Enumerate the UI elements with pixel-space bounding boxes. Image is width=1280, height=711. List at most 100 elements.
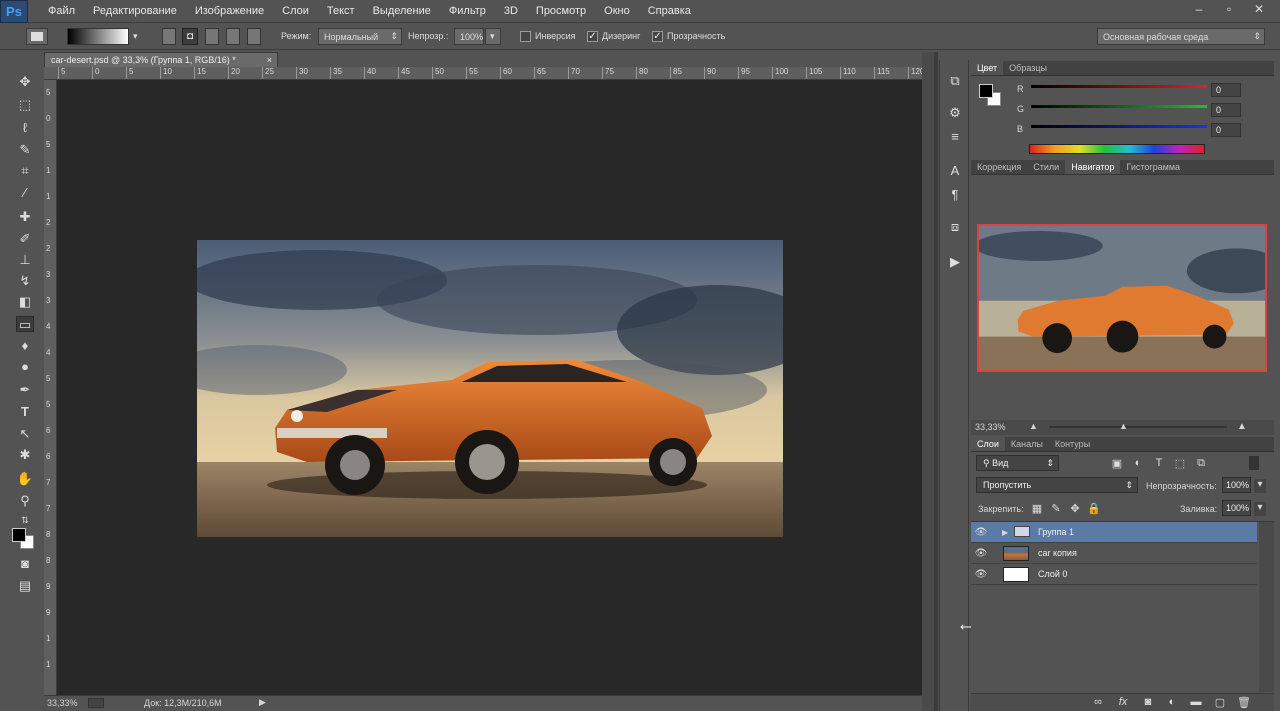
filter-adjustment-icon[interactable]: ◐ — [1131, 457, 1145, 469]
tab-paths[interactable]: Контуры — [1049, 437, 1096, 451]
menu-filter[interactable]: Фильтр — [439, 0, 496, 23]
swap-colors-icon[interactable]: ⇅ — [16, 512, 34, 528]
channel-r-slider[interactable] — [1031, 85, 1207, 88]
diamond-gradient-button[interactable] — [247, 28, 261, 45]
pen-tool-icon[interactable]: ✒ — [16, 382, 34, 398]
gradient-picker[interactable] — [67, 28, 129, 45]
zoom-tool-icon[interactable]: ⚲ — [16, 493, 34, 509]
layer-opacity-dropdown[interactable]: ▾ — [1254, 479, 1266, 493]
visibility-eye-icon[interactable]: 👁 — [971, 569, 991, 580]
filter-shape-icon[interactable]: ⬚ — [1173, 457, 1187, 470]
opacity-input[interactable]: 100% — [454, 28, 484, 45]
move-tool-icon[interactable]: ✥ — [16, 74, 34, 90]
close-button[interactable]: ✕ — [1246, 2, 1272, 18]
visibility-eye-icon[interactable]: 👁 — [971, 527, 991, 538]
tab-navigator[interactable]: Навигатор — [1065, 160, 1121, 174]
marquee-tool-icon[interactable]: ⬚ — [16, 97, 34, 113]
properties-icon[interactable]: ≡ — [946, 128, 964, 146]
timeline-play-icon[interactable]: ▶ — [946, 253, 964, 271]
radial-gradient-button[interactable]: ◘ — [182, 28, 198, 45]
history-icon[interactable]: ⧉ — [946, 72, 964, 90]
healing-brush-tool-icon[interactable]: ✚ — [16, 209, 34, 225]
tab-channels[interactable]: Каналы — [1005, 437, 1049, 451]
menu-image[interactable]: Изображение — [185, 0, 274, 23]
menu-3d[interactable]: 3D — [494, 0, 528, 23]
inverse-checkbox[interactable] — [520, 31, 531, 42]
eraser-tool-icon[interactable]: ◧ — [16, 294, 34, 310]
shape-tool-icon[interactable]: ✱ — [16, 447, 34, 463]
status-menu-arrow[interactable]: ▶ — [259, 697, 266, 708]
minimize-button[interactable]: – — [1186, 2, 1212, 18]
navigator-zoom-thumb[interactable]: ▲ — [1119, 421, 1128, 431]
dither-checkbox[interactable]: ✓ — [587, 31, 598, 42]
menu-edit[interactable]: Редактирование — [83, 0, 187, 23]
menu-file[interactable]: Файл — [38, 0, 85, 23]
status-icon[interactable] — [88, 698, 104, 708]
menu-view[interactable]: Просмотр — [526, 0, 596, 23]
layer-comps-icon[interactable]: ⧈ — [946, 218, 964, 236]
transparency-checkbox[interactable]: ✓ — [652, 31, 663, 42]
gradient-dropdown-arrow[interactable]: ▾ — [133, 28, 143, 45]
quick-select-tool-icon[interactable]: ✎ — [16, 142, 34, 158]
link-icon[interactable]: ∞ — [1091, 696, 1105, 708]
layer-row-group-1[interactable]: 👁 ▶ Группа 1 — [971, 522, 1257, 543]
document-image[interactable] — [197, 240, 783, 537]
layer-name[interactable]: Слой 0 — [1038, 569, 1067, 579]
new-layer-icon[interactable]: ▢ — [1213, 696, 1227, 709]
visibility-eye-icon[interactable]: 👁 — [971, 548, 991, 559]
lock-paint-icon[interactable]: ✎ — [1049, 502, 1063, 515]
blend-mode-select[interactable]: Нормальный ⇕ — [318, 28, 402, 45]
layer-opacity-input[interactable]: 100% — [1222, 477, 1251, 493]
lock-all-icon[interactable]: 🔒 — [1087, 502, 1101, 515]
menu-window[interactable]: Окно — [594, 0, 640, 23]
workspace-select[interactable]: Основная рабочая среда ⇕ — [1097, 28, 1265, 45]
trash-icon[interactable]: 🗑 — [1237, 696, 1251, 709]
fill-input[interactable]: 100% — [1222, 500, 1251, 516]
filter-image-icon[interactable]: ▣ — [1110, 457, 1124, 470]
angle-gradient-button[interactable] — [205, 28, 219, 45]
adjustment-icon[interactable]: ◐ — [1165, 696, 1179, 708]
character-icon[interactable]: A — [946, 162, 964, 180]
zoom-out-icon[interactable]: ▲ — [1029, 421, 1038, 431]
document-tab[interactable]: car-desert.psd @ 33,3% (Группа 1, RGB/16… — [44, 52, 278, 68]
folder-icon[interactable]: ▬ — [1189, 696, 1203, 708]
layer-name[interactable]: Группа 1 — [1038, 527, 1074, 537]
filter-type-icon[interactable]: T — [1152, 457, 1166, 469]
navigator-zoom-slider[interactable] — [1049, 426, 1227, 428]
filter-smart-object-icon[interactable]: ⧉ — [1194, 457, 1208, 470]
paragraph-icon[interactable]: ¶ — [946, 186, 964, 204]
eyedropper-tool-icon[interactable]: ⁄ — [16, 185, 34, 201]
lock-transparency-icon[interactable]: ▦ — [1030, 502, 1044, 515]
reflected-gradient-button[interactable] — [226, 28, 240, 45]
blend-mode-dropdown[interactable]: Пропустить ⇕ — [976, 477, 1138, 493]
expand-arrow-icon[interactable]: ▶ — [1002, 528, 1008, 537]
tab-layers[interactable]: Слои — [971, 437, 1005, 451]
mask-icon[interactable]: ◙ — [1141, 696, 1155, 708]
lock-position-icon[interactable]: ✥ — [1068, 502, 1082, 515]
menu-type[interactable]: Текст — [317, 0, 365, 23]
restore-button[interactable]: ▫ — [1216, 2, 1242, 18]
zoom-in-icon[interactable]: ▲ — [1237, 421, 1247, 432]
actions-icon[interactable]: ⚙ — [946, 104, 964, 122]
quick-mask-icon[interactable]: ◙ — [16, 556, 34, 572]
tab-adjustments[interactable]: Коррекция — [971, 160, 1027, 174]
history-brush-tool-icon[interactable]: ↯ — [16, 273, 34, 289]
layer-name[interactable]: car копия — [1038, 548, 1077, 558]
screen-mode-icon[interactable]: ▤ — [16, 578, 34, 594]
color-foreground-swatch[interactable] — [979, 84, 993, 98]
tab-histogram[interactable]: Гистограмма — [1120, 160, 1186, 174]
linear-gradient-button[interactable] — [162, 28, 176, 45]
vertical-scrollbar[interactable] — [922, 52, 934, 711]
tool-preset-picker[interactable] — [26, 28, 48, 45]
layers-scrollbar[interactable] — [1259, 522, 1274, 692]
crop-tool-icon[interactable]: ⌗ — [16, 163, 34, 179]
filter-toggle[interactable] — [1249, 456, 1259, 470]
navigator-preview[interactable] — [977, 224, 1267, 372]
tab-color[interactable]: Цвет — [971, 61, 1004, 75]
canvas-area[interactable] — [57, 80, 922, 695]
color-spectrum-ramp[interactable] — [1029, 144, 1205, 154]
channel-r-input[interactable]: 0 — [1211, 83, 1241, 97]
channel-b-input[interactable]: 0 — [1211, 123, 1241, 137]
path-selection-tool-icon[interactable]: ↖ — [16, 426, 34, 442]
channel-g-slider[interactable] — [1031, 105, 1207, 108]
